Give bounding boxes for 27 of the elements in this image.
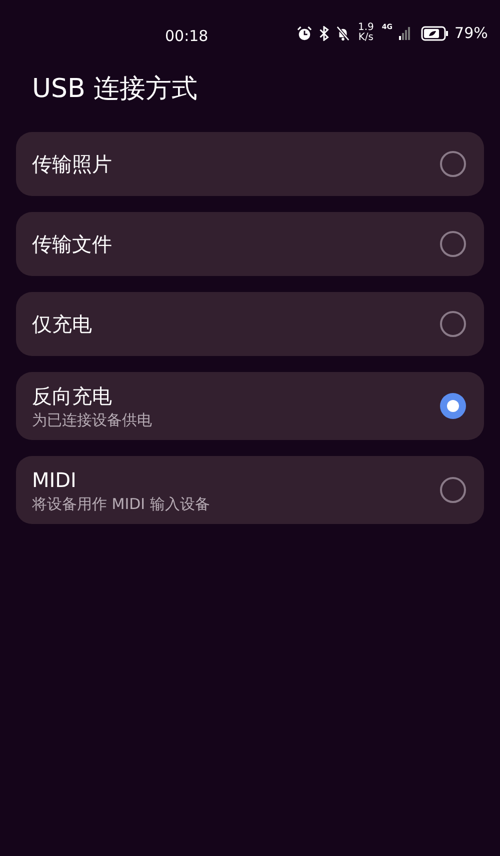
option-label: MIDI <box>32 467 78 494</box>
option-item[interactable]: 传输照片 <box>16 132 484 196</box>
option-item[interactable]: 仅充电 <box>16 292 484 356</box>
option-label: 反向充电 <box>32 383 113 410</box>
option-label: 传输照片 <box>32 151 113 178</box>
battery-percent: 79% <box>454 23 488 44</box>
radio-button[interactable] <box>440 477 466 503</box>
option-item[interactable]: MIDI 将设备用作 MIDI 输入设备 <box>16 456 484 524</box>
status-time: 00:18 <box>165 26 208 47</box>
option-label: 仅充电 <box>32 311 93 338</box>
radio-button[interactable] <box>440 393 466 419</box>
speed-value: 1.9 <box>358 23 374 34</box>
radio-button[interactable] <box>440 311 466 337</box>
radio-button[interactable] <box>440 231 466 257</box>
radio-button[interactable] <box>440 151 466 177</box>
option-label: 传输文件 <box>32 231 113 258</box>
muted-bell-icon <box>336 26 350 41</box>
option-description: 将设备用作 MIDI 输入设备 <box>32 494 211 514</box>
option-item[interactable]: 传输文件 <box>16 212 484 276</box>
alarm-icon <box>297 26 312 41</box>
bluetooth-icon <box>318 26 330 41</box>
page-title: USB 连接方式 <box>32 73 199 106</box>
battery-icon <box>420 26 449 41</box>
speed-unit: K/s <box>358 33 374 44</box>
option-item[interactable]: 反向充电 为已连接设备供电 <box>16 372 484 440</box>
signal-icon <box>398 26 411 40</box>
option-description: 为已连接设备供电 <box>32 410 153 430</box>
